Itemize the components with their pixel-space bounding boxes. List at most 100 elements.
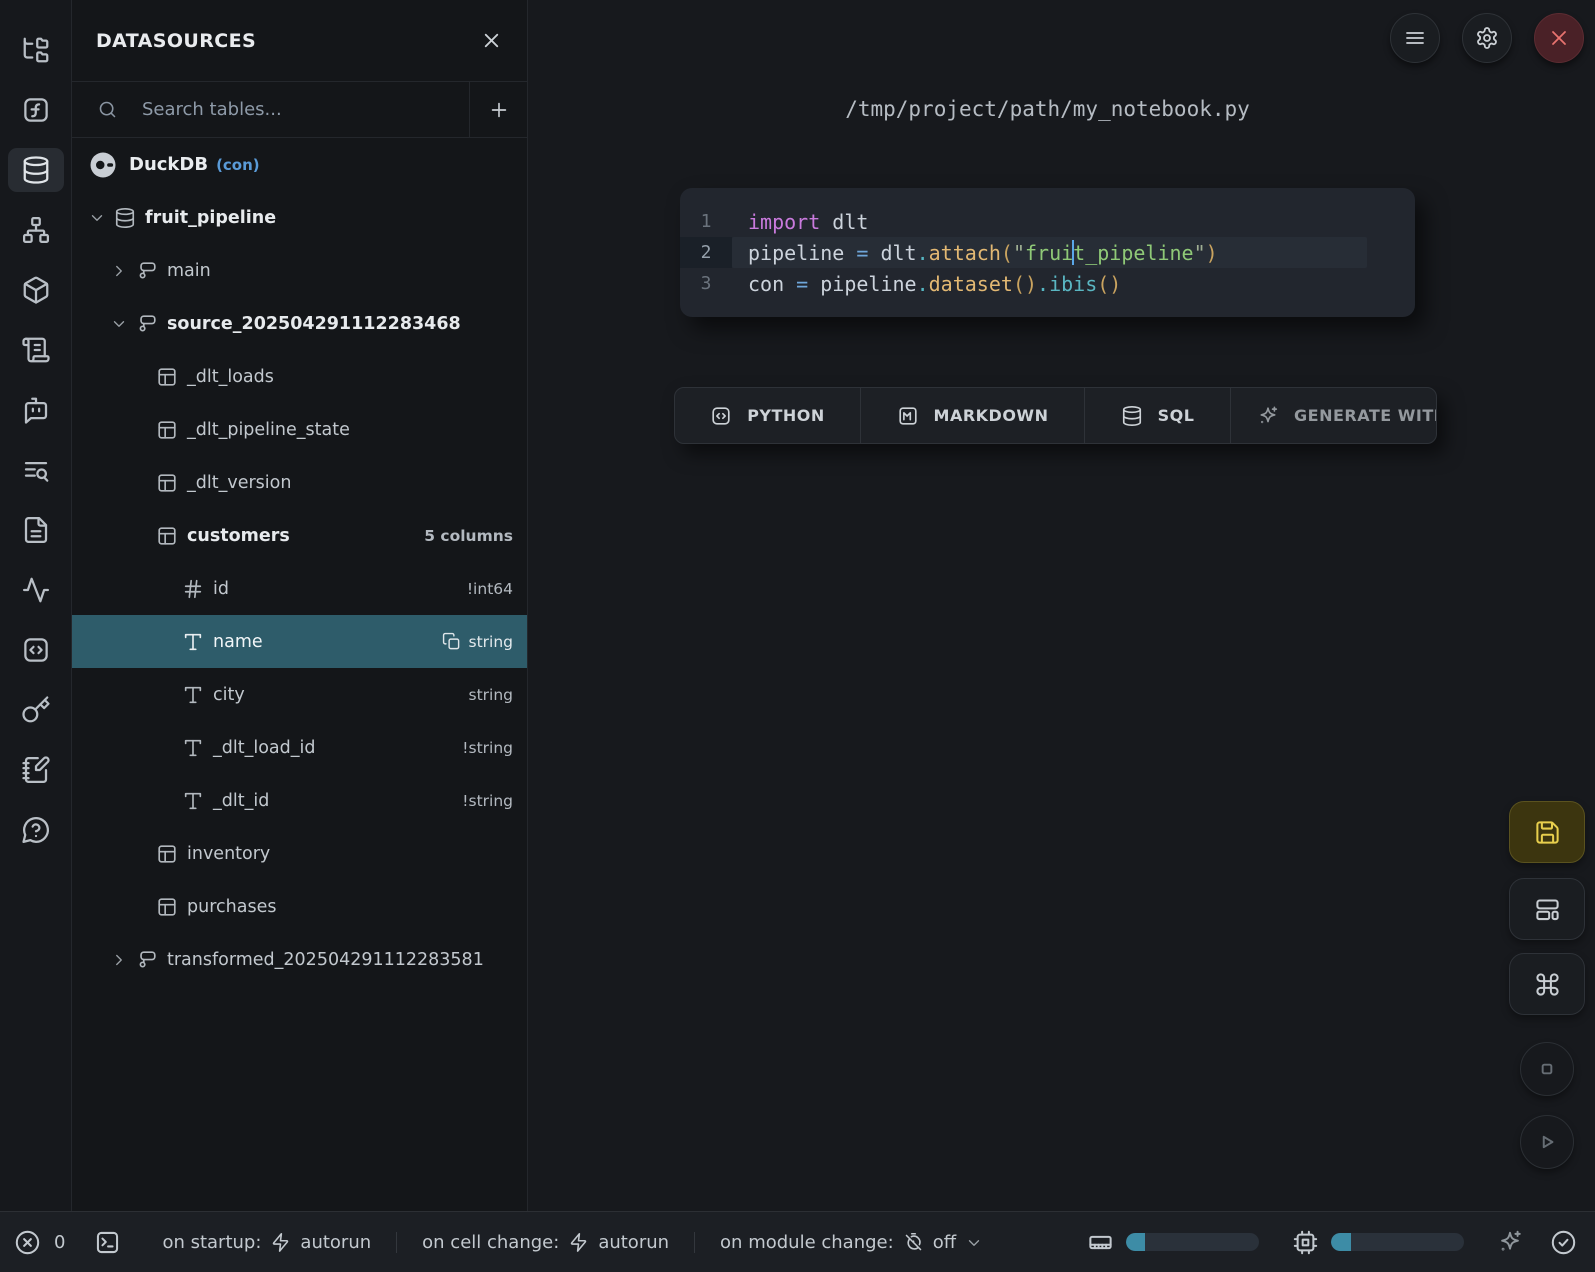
square-code-icon xyxy=(21,635,51,665)
connection-name: DuckDB xyxy=(129,154,208,175)
tree-row-fruit_pipeline[interactable]: fruit_pipeline xyxy=(72,191,527,244)
table-icon xyxy=(156,896,178,918)
close-panel-button[interactable] xyxy=(480,29,503,52)
tree-row-main[interactable]: main xyxy=(72,244,527,297)
tree-row-customers[interactable]: customers 5 columns xyxy=(72,509,527,562)
tree-row-inventory[interactable]: inventory xyxy=(72,827,527,880)
chevron-right-icon[interactable] xyxy=(110,951,136,969)
circle-x-icon xyxy=(14,1229,41,1256)
database-icon xyxy=(114,207,136,229)
code-line-1[interactable]: 1 import dlt xyxy=(680,206,1415,237)
table-icon xyxy=(156,472,178,494)
setting-label: on cell change: xyxy=(422,1232,559,1253)
row-label: customers xyxy=(187,526,290,546)
layout-button[interactable] xyxy=(1509,878,1585,940)
sidebar-item-documentation[interactable] xyxy=(8,508,64,552)
code-cell[interactable]: 1 import dlt 2 pipeline = dlt.attach("fr… xyxy=(680,188,1415,317)
schema-icon xyxy=(136,260,158,282)
sidebar-item-file-explorer[interactable] xyxy=(8,28,64,72)
ai-assistant-button[interactable] xyxy=(1497,1229,1523,1255)
tree-row-_dlt_load_id[interactable]: _dlt_load_id!string xyxy=(72,721,527,774)
stop-button[interactable] xyxy=(1520,1042,1574,1096)
type-icon xyxy=(182,790,204,812)
row-meta: 5 columns xyxy=(424,527,513,545)
ram-icon xyxy=(1087,1229,1114,1256)
chevron-right-icon[interactable] xyxy=(110,262,136,280)
setting-label: on startup: xyxy=(162,1232,261,1253)
add-python-cell-button[interactable]: PYTHON xyxy=(675,388,861,443)
resource-meters xyxy=(1087,1229,1497,1256)
setting-on-startup[interactable]: on startup: autorun xyxy=(137,1232,396,1253)
chevron-right-icon xyxy=(110,262,128,280)
setting-on-module-change[interactable]: on module change: off xyxy=(694,1232,1008,1253)
close-icon xyxy=(480,29,503,52)
close-app-button[interactable] xyxy=(1534,13,1584,63)
tree-row-transformed_202504291112283581[interactable]: transformed_202504291112283581 xyxy=(72,933,527,986)
row-label: name xyxy=(213,632,263,652)
panel-title: DATASOURCES xyxy=(96,30,480,52)
setting-on-cell-change[interactable]: on cell change: autorun xyxy=(396,1232,694,1253)
tree-row-name[interactable]: namestring xyxy=(72,615,527,668)
terminal-button[interactable] xyxy=(94,1229,121,1256)
add-sql-cell-button[interactable]: SQL xyxy=(1085,388,1231,443)
tree-row-purchases[interactable]: purchases xyxy=(72,880,527,933)
sidebar-item-logs[interactable] xyxy=(8,448,64,492)
row-label: id xyxy=(213,579,229,599)
generate-with-ai-button[interactable]: GENERATE WITH AI xyxy=(1231,388,1436,443)
box-icon xyxy=(21,275,51,305)
sidebar-item-functions[interactable] xyxy=(8,88,64,132)
sidebar-item-ai-chat[interactable] xyxy=(8,388,64,432)
settings-icon xyxy=(1475,26,1499,50)
tree-row-source_202504291112283468[interactable]: source_202504291112283468 xyxy=(72,297,527,350)
x-icon xyxy=(1547,26,1571,50)
network-icon xyxy=(21,215,51,245)
schema-icon xyxy=(136,949,158,971)
code-line-3[interactable]: 3 con = pipeline.dataset().ibis() xyxy=(680,268,1415,299)
search-input[interactable] xyxy=(140,98,414,121)
zap-icon xyxy=(568,1232,589,1253)
settings-button[interactable] xyxy=(1462,13,1512,63)
panels-icon xyxy=(1534,896,1561,923)
error-indicator-button[interactable] xyxy=(14,1229,41,1256)
connection-alias: (con) xyxy=(216,156,260,174)
sidebar-item-scripts[interactable] xyxy=(8,328,64,372)
search-box[interactable] xyxy=(72,82,470,137)
editor-area: /tmp/project/path/my_notebook.py 1 impor… xyxy=(528,0,1595,1211)
sidebar-item-tracing[interactable] xyxy=(8,568,64,612)
menu-button[interactable] xyxy=(1390,13,1440,63)
tree-row-_dlt_id[interactable]: _dlt_id!string xyxy=(72,774,527,827)
row-label: transformed_202504291112283581 xyxy=(167,950,484,970)
function-square-icon xyxy=(21,95,51,125)
chevron-down-icon xyxy=(88,209,106,227)
tree-row-city[interactable]: citystring xyxy=(72,668,527,721)
sidebar-item-datasources[interactable] xyxy=(8,148,64,192)
sidebar-item-secrets[interactable] xyxy=(8,688,64,732)
schema-icon xyxy=(136,313,158,335)
run-button[interactable] xyxy=(1520,1115,1574,1169)
save-button[interactable] xyxy=(1509,801,1585,863)
add-markdown-cell-button[interactable]: MARKDOWN xyxy=(861,388,1085,443)
tree-row-DuckDB[interactable]: DuckDB (con) xyxy=(72,138,527,191)
file-text-icon xyxy=(21,515,51,545)
tree-row-_dlt_pipeline_state[interactable]: _dlt_pipeline_state xyxy=(72,403,527,456)
sidebar-item-dependency-graph[interactable] xyxy=(8,208,64,252)
keyboard-shortcuts-button[interactable] xyxy=(1509,953,1585,1015)
tree-row-_dlt_version[interactable]: _dlt_version xyxy=(72,456,527,509)
tree-row-id[interactable]: id!int64 xyxy=(72,562,527,615)
message-question-icon xyxy=(21,815,51,845)
chevron-down-icon[interactable] xyxy=(110,315,136,333)
folder-tree-icon xyxy=(21,35,51,65)
table-icon xyxy=(156,419,178,441)
tree-row-_dlt_loads[interactable]: _dlt_loads xyxy=(72,350,527,403)
code-line-2[interactable]: 2 pipeline = dlt.attach("fruit_pipeline"… xyxy=(680,237,1415,268)
type-icon xyxy=(182,790,204,812)
sidebar-item-help[interactable] xyxy=(8,808,64,852)
sidebar-item-snippets[interactable] xyxy=(8,628,64,672)
sidebar-item-packages[interactable] xyxy=(8,268,64,312)
connection-status-button[interactable] xyxy=(1550,1229,1577,1256)
sidebar-item-scratchpad[interactable] xyxy=(8,748,64,792)
chevron-down-icon[interactable] xyxy=(88,209,114,227)
row-label: _dlt_id xyxy=(213,791,269,811)
row-label: _dlt_pipeline_state xyxy=(187,420,350,440)
add-datasource-button[interactable] xyxy=(470,82,527,137)
